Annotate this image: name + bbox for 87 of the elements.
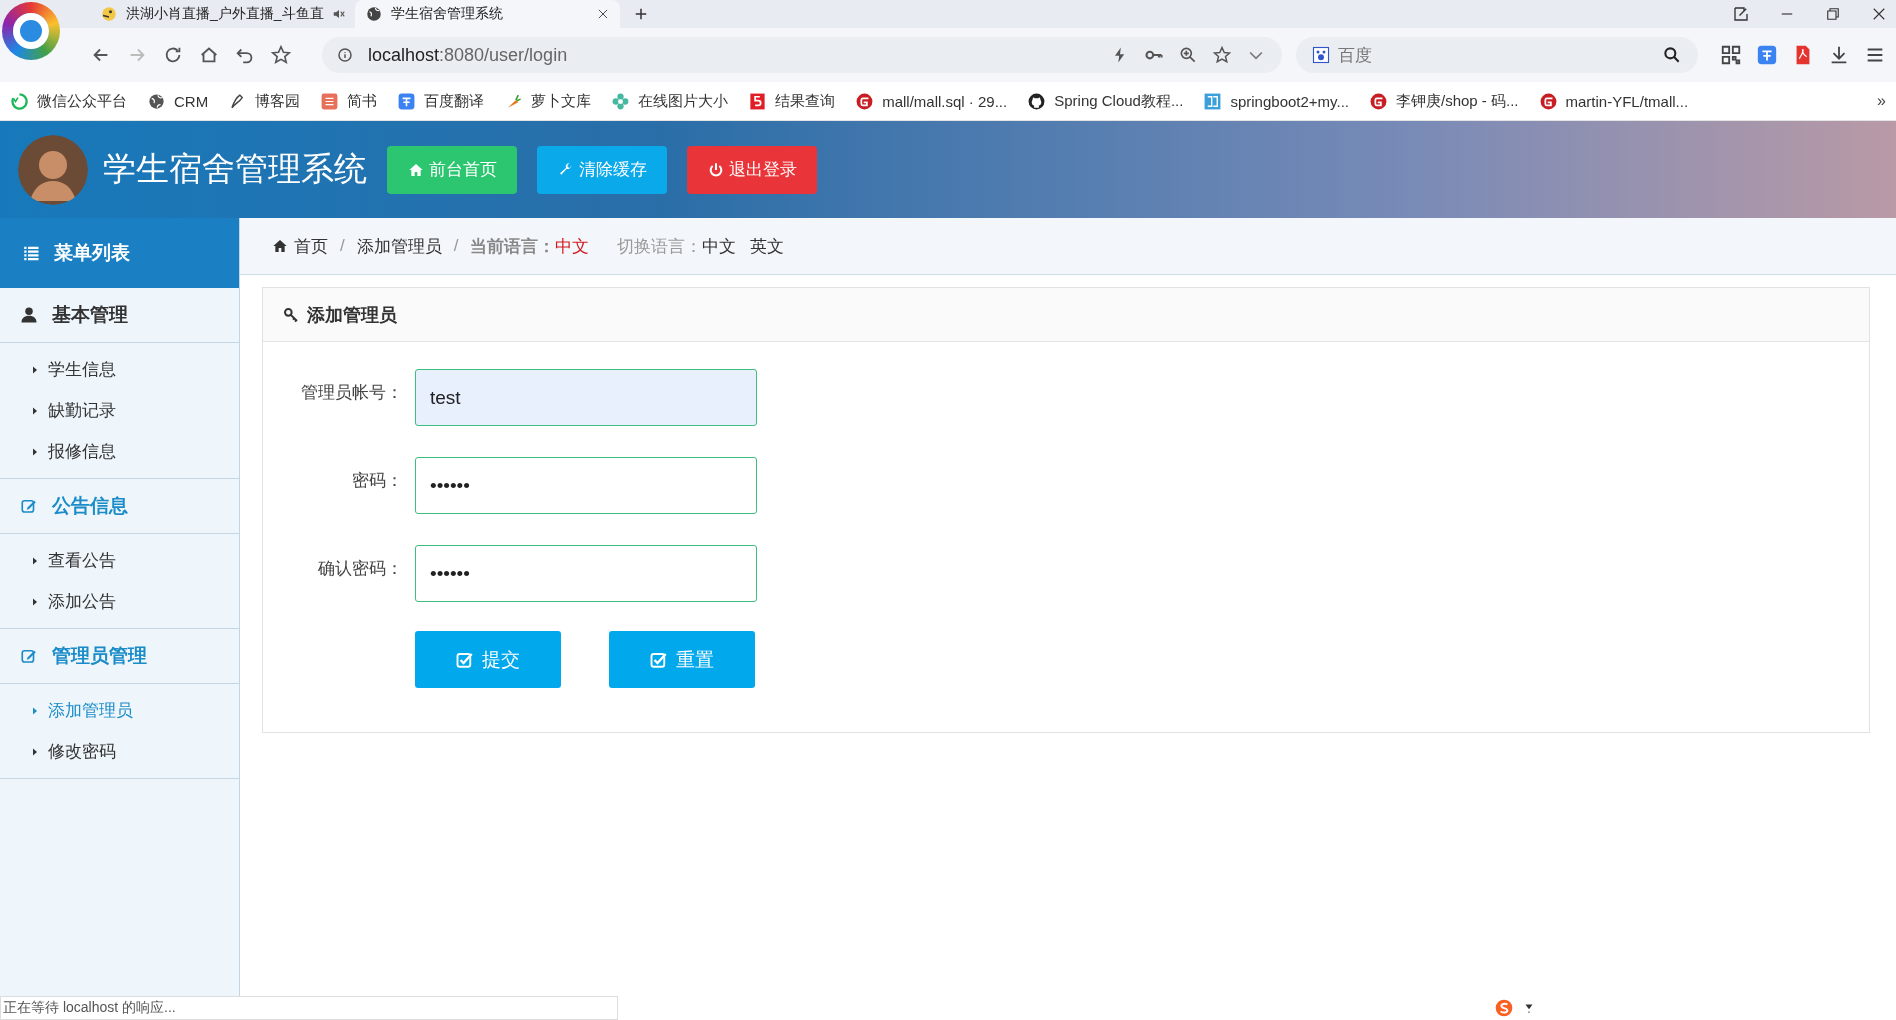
home-icon <box>407 161 424 178</box>
power-icon <box>707 161 724 178</box>
star-icon[interactable] <box>270 44 292 66</box>
paw-icon <box>1312 46 1330 64</box>
qr-code-icon[interactable] <box>1720 44 1742 66</box>
site-title: 学生宿舍管理系统 <box>103 149 367 189</box>
bookmark[interactable]: CRM <box>147 91 209 111</box>
search-icon[interactable] <box>1662 45 1682 65</box>
checkbox-icon <box>650 650 668 669</box>
home-icon <box>272 238 288 254</box>
bookmark[interactable]: springboot2+my... <box>1203 91 1349 111</box>
user-icon <box>20 306 38 324</box>
browser-tab[interactable]: 学生宿舍管理系统 <box>355 0 620 28</box>
bookmark[interactable]: 博客园 <box>228 91 301 111</box>
bookmark-icon <box>748 91 768 111</box>
language-link[interactable]: 中文 <box>702 234 737 258</box>
menu-item[interactable]: 添加公告 <box>0 581 239 622</box>
menu-item[interactable]: 缺勤记录 <box>0 390 239 431</box>
bookmark[interactable]: martin-YFL/tmall... <box>1538 91 1689 111</box>
muted-speaker-icon[interactable] <box>331 7 346 21</box>
bookmark[interactable]: 微信公众平台 <box>10 91 127 111</box>
bookmark[interactable]: 萝卜文库 <box>504 91 592 111</box>
bookmark-icon <box>320 91 340 111</box>
avatar <box>18 134 88 205</box>
input-field[interactable]: test <box>415 369 757 426</box>
bookmark-icon <box>1027 91 1047 111</box>
input-field[interactable]: •••••• <box>415 545 757 602</box>
menu-item[interactable]: 报修信息 <box>0 431 239 472</box>
favicon-icon <box>100 5 118 23</box>
bookmark-icon <box>1369 91 1388 111</box>
bookmark[interactable]: 简书 <box>320 91 378 111</box>
field-label: 密码： <box>351 470 403 492</box>
bookmark[interactable]: 李钾庚/shop - 码... <box>1369 91 1519 111</box>
search-field[interactable]: 百度 <box>1296 37 1698 73</box>
field-label: 管理员帐号： <box>300 382 403 404</box>
switch-language-label: 切换语言： <box>617 235 703 258</box>
address-text: localhost:8080/user/login <box>368 44 568 66</box>
menu-item[interactable]: 学生信息 <box>0 349 239 390</box>
key-icon <box>283 306 299 323</box>
bookmark[interactable]: 结果查询 <box>748 91 836 111</box>
language-label: 当前语言： <box>470 235 556 258</box>
translate-icon[interactable] <box>1756 44 1778 66</box>
input-method-icon[interactable] <box>1494 998 1514 1018</box>
bookmark[interactable]: mall/mall.sql · 29... <box>855 91 1008 111</box>
restore-icon[interactable] <box>1824 5 1842 23</box>
bookmark-icon <box>1538 91 1558 111</box>
bookmark-icon <box>397 91 417 111</box>
bookmark-icon <box>147 91 166 111</box>
search-placeholder: 百度 <box>1338 44 1372 67</box>
input-field[interactable]: •••••• <box>415 457 757 514</box>
breadcrumb-link[interactable]: 首页 <box>272 234 328 258</box>
bookmark[interactable]: 在线图片大小 <box>611 91 729 111</box>
breadcrumb-separator: / <box>340 236 345 256</box>
more-bookmarks-button[interactable]: » <box>1877 92 1886 110</box>
breadcrumb-link[interactable]: 添加管理员 <box>356 234 442 258</box>
favicon-icon <box>365 5 383 23</box>
bookmark-icon <box>1203 91 1223 111</box>
close-icon[interactable] <box>596 7 610 21</box>
field-label: 确认密码： <box>317 558 403 580</box>
list-icon <box>22 244 40 262</box>
browser-logo <box>2 2 60 60</box>
bookmark[interactable]: Spring Cloud教程... <box>1027 91 1184 111</box>
bookmark-icon <box>611 91 631 111</box>
menu-group[interactable]: 基本管理 <box>0 288 239 343</box>
language-link[interactable]: 英文 <box>750 234 785 258</box>
address-bar[interactable]: localhost:8080/user/login <box>322 37 1282 73</box>
bookmark[interactable]: 百度翻译 <box>397 91 485 111</box>
edit-icon <box>20 497 38 515</box>
star-icon[interactable] <box>1212 45 1232 65</box>
header-button[interactable]: 退出登录 <box>687 145 817 194</box>
bookmark-icon <box>10 91 29 111</box>
status-text: 正在等待 localhost 的响应... <box>0 996 618 1020</box>
note-icon[interactable] <box>1732 5 1750 23</box>
current-language: 中文 <box>555 235 590 258</box>
panel-title: 添加管理员 <box>307 303 397 327</box>
bookmark-icon <box>855 91 875 111</box>
menu-item[interactable]: 修改密码 <box>0 731 239 772</box>
info-icon <box>336 46 354 64</box>
tab-title: 学生宿舍管理系统 <box>391 5 504 23</box>
browser-tab[interactable]: 洪湖小肖直播_户外直播_斗鱼直 <box>90 0 355 28</box>
edit-icon <box>20 647 38 665</box>
tab-title: 洪湖小肖直播_户外直播_斗鱼直 <box>126 5 324 23</box>
sidebar-title: 菜单列表 <box>54 241 130 265</box>
checkbox-icon <box>456 650 474 669</box>
zoom-icon[interactable] <box>1178 45 1198 65</box>
breadcrumb-separator: / <box>453 236 459 256</box>
menu-item[interactable]: 查看公告 <box>0 540 239 581</box>
